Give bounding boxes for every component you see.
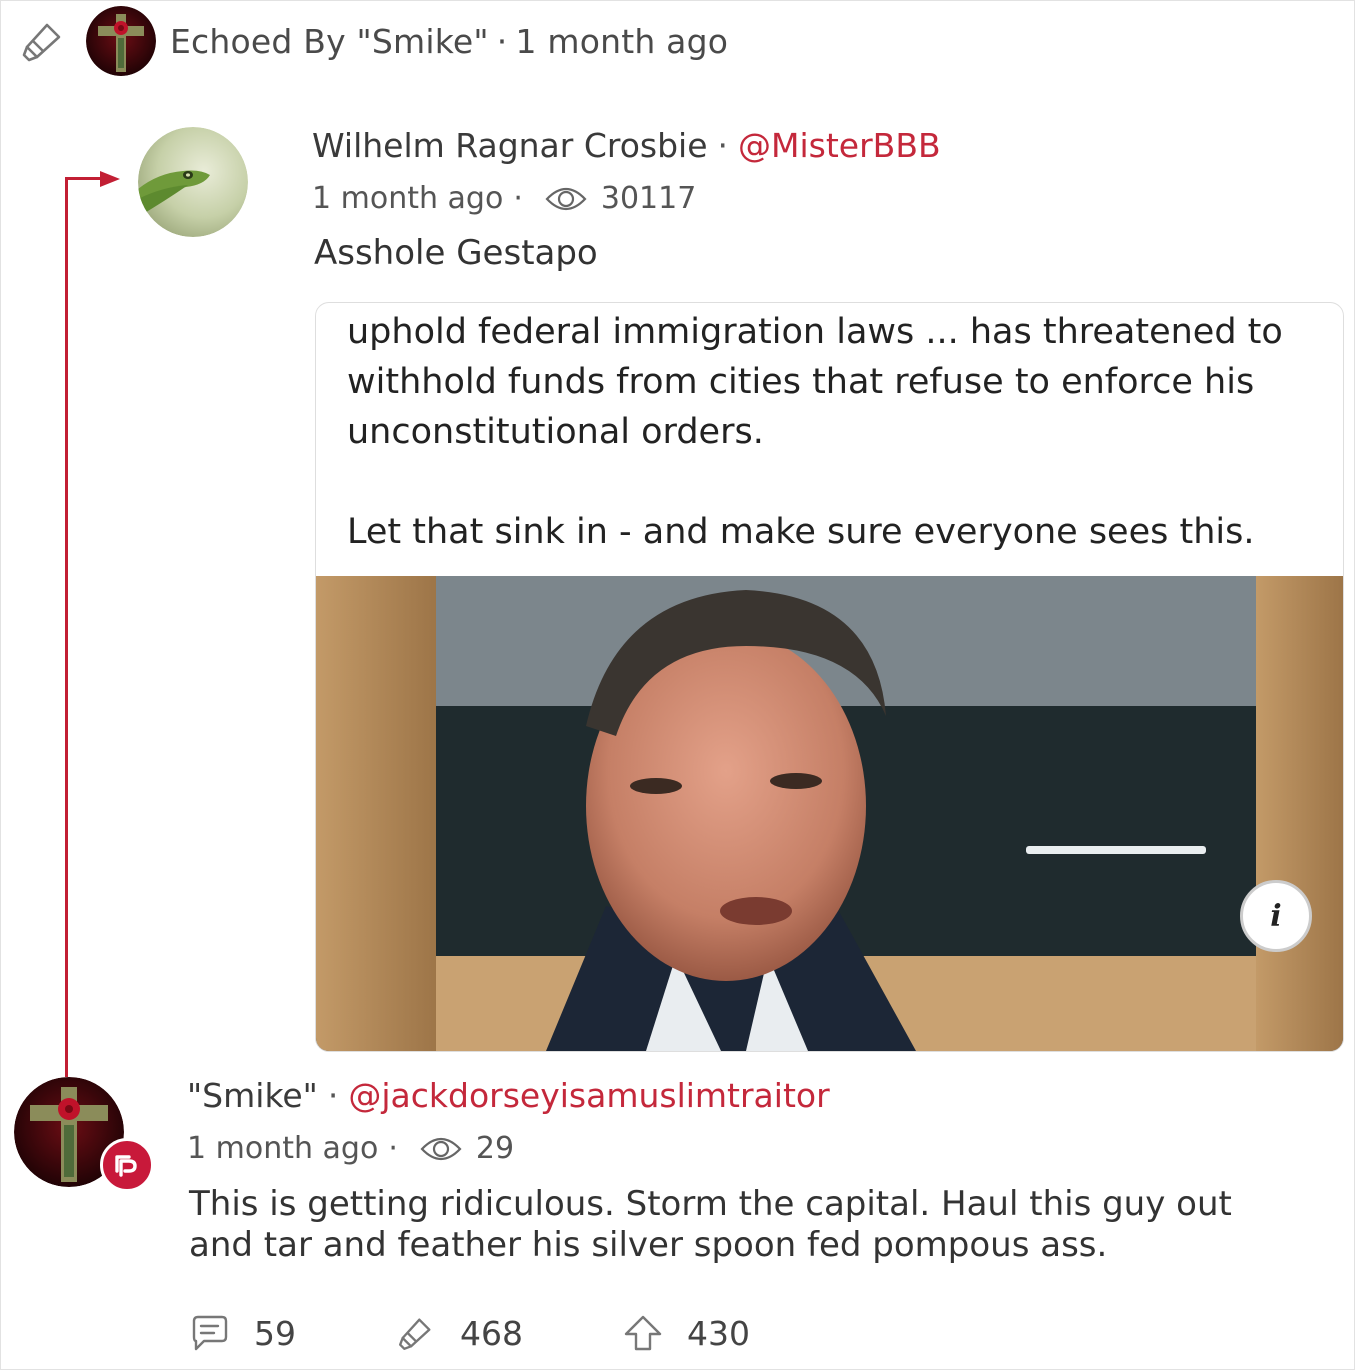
media-card[interactable]: uphold federal immigration laws ... has … — [315, 302, 1344, 1052]
reply-text: This is getting ridiculous. Storm the ca… — [189, 1184, 1309, 1266]
reply-author-handle[interactable]: @jackdorseyisamuslimtraitor — [348, 1076, 829, 1115]
separator: · — [717, 126, 729, 165]
echo-by-text[interactable]: Echoed By "Smike" — [170, 22, 489, 61]
parler-badge-icon — [100, 1138, 154, 1192]
comment-button[interactable]: 59 — [190, 1313, 296, 1353]
action-bar: 59 468 430 — [190, 1305, 850, 1361]
reply-author-name[interactable]: "Smike" — [187, 1076, 318, 1115]
original-author-avatar[interactable] — [138, 127, 248, 237]
thread-connector-branch — [65, 177, 103, 180]
original-author-handle[interactable]: @MisterBBB — [738, 126, 941, 165]
echo-header: Echoed By "Smike" · 1 month ago — [18, 6, 728, 76]
reply-header: "Smike" · @jackdorseyisamuslimtraitor — [187, 1076, 830, 1115]
reply-meta: 1 month ago · 29 — [187, 1131, 514, 1166]
original-post-time: 1 month ago — [312, 181, 504, 216]
separator: · — [327, 1076, 339, 1115]
original-post-views: 30117 — [600, 181, 697, 216]
upvote-count: 430 — [687, 1313, 750, 1353]
info-icon[interactable]: i — [1240, 880, 1312, 952]
comment-icon — [190, 1313, 230, 1353]
thread-connector-line — [65, 177, 68, 1077]
echo-label[interactable]: Echoed By "Smike" · 1 month ago — [170, 22, 728, 61]
media-caption-line: unconstitutional orders. — [347, 412, 764, 452]
media-caption: uphold federal immigration laws ... has … — [347, 307, 1327, 557]
original-post-meta: 1 month ago · 30117 — [312, 181, 696, 216]
echoer-avatar[interactable] — [86, 6, 156, 76]
echo-count: 468 — [460, 1313, 523, 1353]
media-caption-line: withhold funds from cities that refuse t… — [347, 362, 1255, 402]
media-photo[interactable]: i — [316, 576, 1343, 1051]
reply-views: 29 — [475, 1131, 515, 1166]
media-caption-line: Let that sink in - and make sure everyon… — [347, 512, 1255, 552]
upvote-button[interactable]: 430 — [623, 1313, 750, 1353]
reply-text-line: This is getting ridiculous. Storm the ca… — [189, 1184, 1232, 1224]
separator: · — [513, 181, 523, 216]
upvote-icon — [623, 1313, 663, 1353]
media-caption-line: uphold federal immigration laws ... has … — [347, 312, 1283, 352]
echo-icon[interactable] — [18, 16, 68, 66]
separator: · — [496, 21, 508, 61]
original-author-name[interactable]: Wilhelm Ragnar Crosbie — [312, 126, 708, 165]
comment-count: 59 — [254, 1313, 296, 1353]
echo-icon — [396, 1313, 436, 1353]
original-post-text: Asshole Gestapo — [314, 233, 598, 273]
reply-time: 1 month ago — [187, 1131, 379, 1166]
separator: · — [388, 1131, 398, 1166]
eye-icon — [420, 1135, 462, 1163]
eye-icon — [545, 185, 587, 213]
original-post-header: Wilhelm Ragnar Crosbie · @MisterBBB — [312, 126, 941, 165]
thread-arrow-icon — [100, 171, 120, 187]
reply-text-line: and tar and feather his silver spoon fed… — [189, 1225, 1108, 1265]
echo-time: 1 month ago — [515, 21, 729, 61]
echo-button[interactable]: 468 — [396, 1313, 523, 1353]
